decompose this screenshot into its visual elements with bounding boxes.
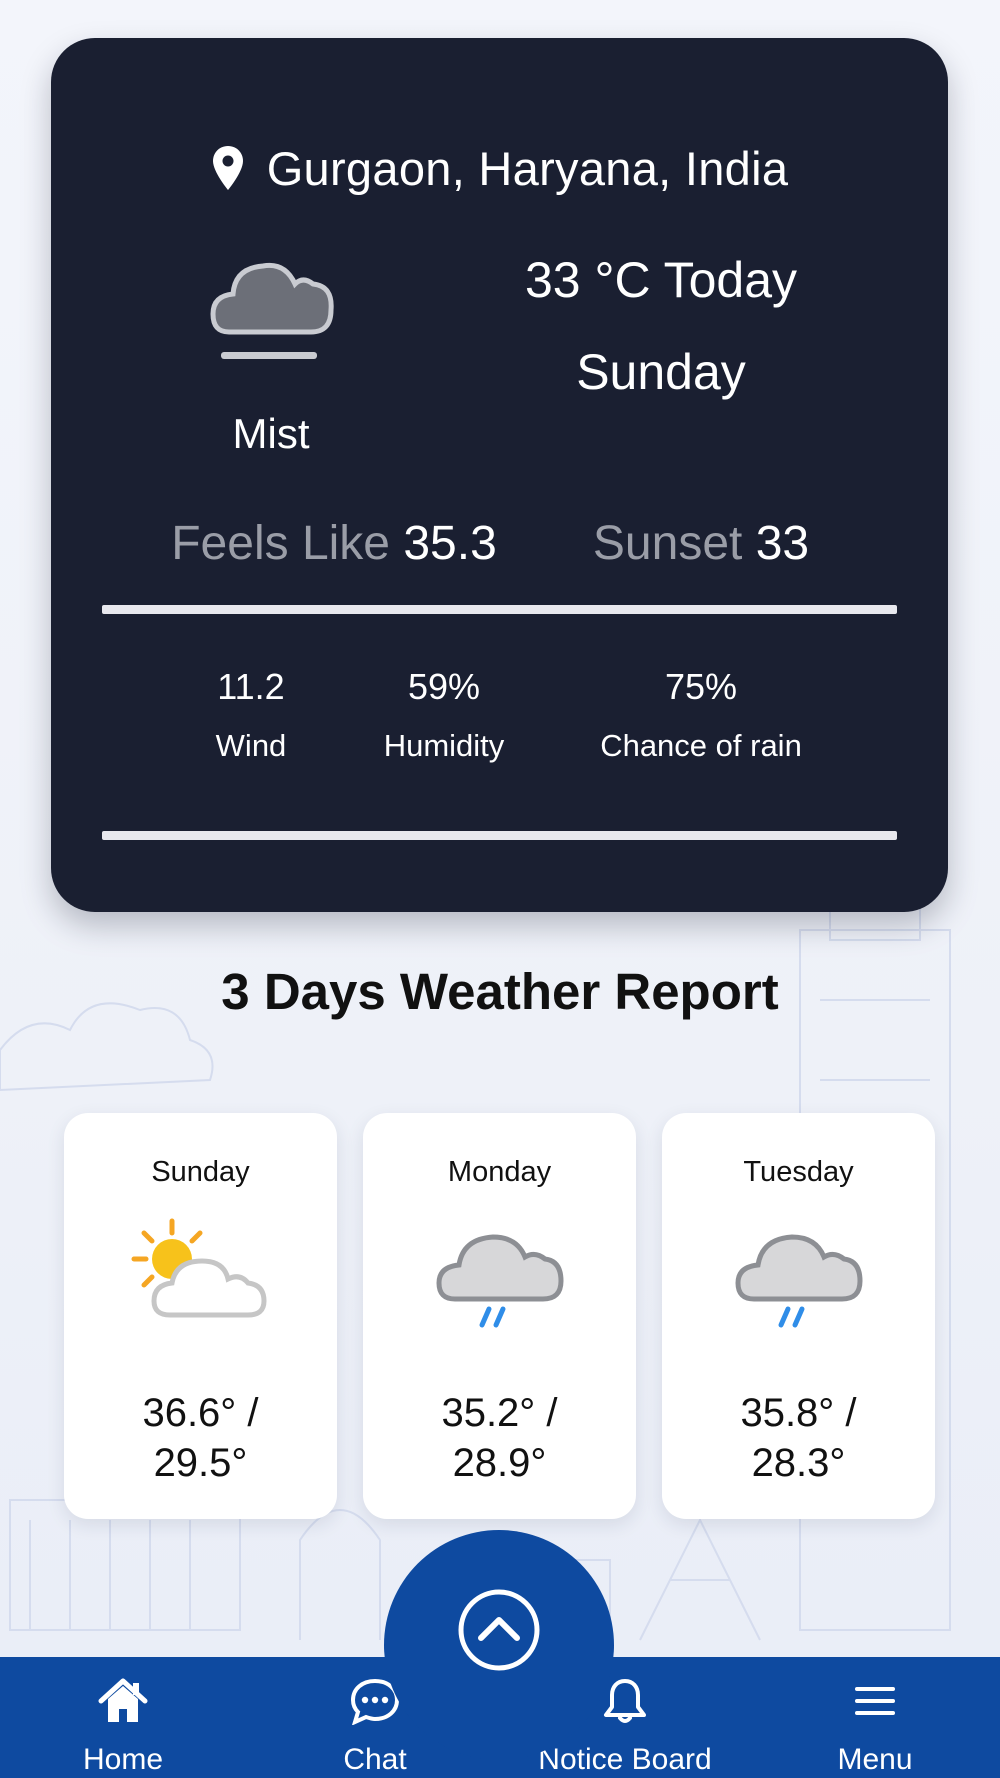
- feels-like-label: Feels Like: [171, 517, 390, 570]
- rain-chance-value: 75%: [664, 666, 738, 707]
- chevron-up-circle-icon: [457, 1588, 541, 1672]
- forecast-low: 28.9°: [452, 1441, 547, 1485]
- rain-chance-label: Chance of rain: [600, 728, 802, 763]
- condition-label: Mist: [232, 410, 310, 457]
- forecast-temperature: 35.8° / 28.3°: [662, 1388, 935, 1488]
- forecast-high: 35.8° /: [740, 1391, 857, 1435]
- forecast-card-monday[interactable]: Monday 35.2° / 28.9°: [363, 1113, 636, 1519]
- sunset: Sunset 33: [531, 516, 871, 571]
- forecast-day-label: Tuesday: [743, 1156, 854, 1188]
- current-temperature: 33 °C Today: [524, 252, 798, 308]
- feels-like: Feels Like 35.3: [134, 516, 534, 571]
- forecast-day-label: Sunday: [151, 1156, 250, 1188]
- forecast-title: 3 Days Weather Report: [221, 963, 779, 1020]
- rain-cloud-icon: [429, 1213, 571, 1333]
- forecast-card-sunday[interactable]: Sunday 36.6° / 29.5°: [64, 1113, 337, 1519]
- feels-like-value: 35.3: [403, 517, 497, 570]
- nav-item-menu[interactable]: Menu: [800, 1657, 950, 1778]
- nav-item-home[interactable]: Home: [48, 1657, 198, 1778]
- nav-label-home: Home: [82, 1743, 164, 1776]
- sunset-value: 33: [755, 517, 810, 570]
- home-icon: [97, 1677, 149, 1725]
- forecast-temperature: 35.2° / 28.9°: [363, 1388, 636, 1488]
- forecast-day-label: Monday: [447, 1156, 552, 1188]
- humidity-value: 59%: [407, 666, 481, 707]
- humidity-label: Humidity: [383, 728, 505, 763]
- location-pin-icon: [211, 145, 245, 191]
- hamburger-menu-icon: [849, 1677, 901, 1725]
- forecast-high: 35.2° /: [441, 1391, 558, 1435]
- location-row: Gurgaon, Haryana, India: [51, 138, 948, 198]
- forecast-temperature: 36.6° / 29.5°: [64, 1388, 337, 1488]
- divider: [102, 831, 897, 840]
- divider: [102, 605, 897, 614]
- sun-behind-cloud-icon: [130, 1213, 272, 1333]
- forecast-low: 29.5°: [153, 1441, 248, 1485]
- nav-label-chat: Chat: [343, 1743, 407, 1776]
- current-weather-card: Gurgaon, Haryana, India Mist 33 °C Today…: [51, 38, 948, 912]
- rain-cloud-icon: [728, 1213, 870, 1333]
- forecast-high: 36.6° /: [142, 1391, 259, 1435]
- forecast-low: 28.3°: [751, 1441, 846, 1485]
- sunset-label: Sunset: [592, 517, 743, 570]
- humidity-stat: 59% Humidity: [319, 666, 569, 764]
- scroll-to-top-button[interactable]: [384, 1530, 614, 1760]
- rain-chance-stat: 75% Chance of rain: [551, 666, 851, 764]
- forecast-card-tuesday[interactable]: Tuesday 35.8° / 28.3°: [662, 1113, 935, 1519]
- location-text: Gurgaon, Haryana, India: [266, 141, 789, 195]
- mist-cloud-icon: [207, 222, 337, 372]
- nav-label-menu: Menu: [837, 1743, 913, 1776]
- current-day: Sunday: [576, 344, 746, 400]
